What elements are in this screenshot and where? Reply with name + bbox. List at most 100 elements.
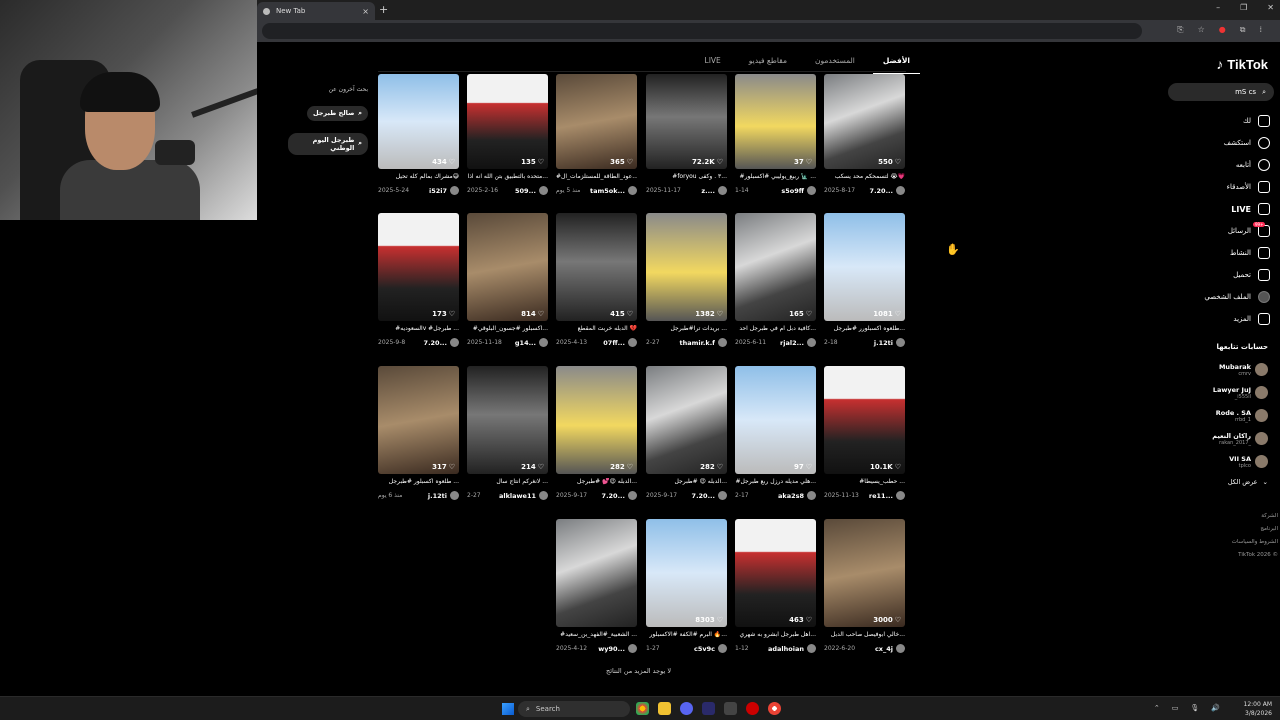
tab-close-icon[interactable]: ×: [362, 7, 369, 16]
video-author[interactable]: i52i7: [429, 186, 459, 195]
video-caption[interactable]: طلعوه اكسبلور #طبرجل ...: [378, 478, 459, 487]
taskbar-search[interactable]: ⌕ Search: [518, 701, 630, 717]
video-author[interactable]: j.12ti: [428, 491, 459, 500]
tab-0[interactable]: الأفضل: [872, 56, 921, 74]
video-author[interactable]: z....: [701, 186, 727, 195]
sidebar-item[interactable]: الملف الشخصي: [1180, 286, 1270, 308]
video-card[interactable]: 10.1K ♡ #حطب_يسيطا ... 2025-11-13 re11...: [824, 366, 905, 500]
video-caption[interactable]: اهل طبرجل ابشرو به شهري...: [735, 631, 816, 640]
video-author[interactable]: adalhoian: [768, 644, 816, 653]
chevron-up-icon[interactable]: ⌃: [1154, 704, 1160, 712]
video-card[interactable]: 282 ♡ الدبله 😍💕 #طبرجل... 2025-9-17 7.20...: [556, 366, 637, 500]
video-thumbnail[interactable]: 550 ♡: [824, 74, 905, 169]
video-thumbnail[interactable]: 282 ♡: [646, 366, 727, 474]
video-caption[interactable]: الدبله 😍 #طبرجل...: [646, 478, 728, 487]
video-author[interactable]: 7.20...: [424, 338, 459, 347]
tab-1[interactable]: المستخدمون: [815, 56, 855, 70]
video-card[interactable]: #الشعبية_#الفهد_بن_سعيد ... 2025-4-12 wy90…: [556, 519, 637, 653]
video-card[interactable]: 463 ♡ اهل طبرجل ابشرو به شهري... 1-12 adalho…: [735, 519, 816, 653]
maximize-button[interactable]: ❐: [1240, 3, 1247, 12]
video-caption[interactable]: كافية دبل ام في طبرجل احد...: [735, 325, 816, 334]
mic-icon[interactable]: 🎙: [1190, 704, 1199, 712]
sidebar-item[interactable]: تحميل: [1180, 264, 1270, 286]
video-caption[interactable]: #حطب_يسيطا ...: [824, 478, 905, 487]
sidebar-item[interactable]: أتابعه: [1180, 154, 1270, 176]
video-caption[interactable]: #foryou ٣ . وكفى...: [646, 173, 727, 182]
related-search-chip[interactable]: طبرجل اليوم الوطني ⌕: [288, 132, 368, 155]
video-card[interactable]: 814 ♡ #اكسبلور #جسون_البلوقي... 2025-11-18 g…: [467, 213, 548, 347]
footer-link[interactable]: البرنامج: [1232, 523, 1278, 536]
new-tab-button[interactable]: +: [379, 3, 388, 16]
video-thumbnail[interactable]: 10.1K ♡: [824, 366, 905, 474]
network-icon[interactable]: ▭: [1172, 704, 1179, 712]
video-caption[interactable]: البرم #الكفة #الاكسبلور 🔥...: [646, 631, 727, 640]
sidebar-item[interactable]: النشاط: [1180, 242, 1270, 264]
sidebar-item[interactable]: استكشف: [1180, 132, 1270, 154]
video-card[interactable]: 1382 ♡ بريدات ترا#طبرجل ... 2-27 thamir.k.f: [646, 213, 727, 347]
show-all-link[interactable]: عرض الكل ⌄: [1228, 478, 1268, 486]
video-author[interactable]: c5v9c: [694, 644, 727, 653]
video-thumbnail[interactable]: 37 ♡: [735, 74, 816, 169]
sidebar-item[interactable]: الرسائل 99+: [1180, 220, 1270, 242]
sidebar-item[interactable]: الأصدقاء: [1180, 176, 1270, 198]
video-caption[interactable]: بريدات ترا#طبرجل ...: [646, 325, 728, 334]
video-caption[interactable]: مشراك بمالم كله تحيل😅: [378, 173, 459, 182]
video-author[interactable]: 509...: [515, 186, 548, 195]
video-card[interactable]: 72.2K ♡ #foryou ٣ . وكفى... 2025-11-17 z....: [646, 74, 727, 195]
video-author[interactable]: aka2s8: [778, 491, 816, 500]
minimize-button[interactable]: –: [1216, 3, 1220, 12]
video-card[interactable]: 415 ♡ الدبله خربت المقطع 💔 2025-4-13 07ff...: [556, 213, 637, 347]
chrome-profile-icon[interactable]: [768, 702, 781, 715]
video-author[interactable]: 7.20...: [602, 491, 637, 500]
video-thumbnail[interactable]: 1081 ♡: [824, 213, 905, 321]
video-author[interactable]: re11...: [869, 491, 905, 500]
sidebar-item[interactable]: المزيد: [1180, 308, 1270, 330]
video-card[interactable]: 1081 ♡ طلعوه اكسبلورر #طبرجل... 2-18 j.12ti: [824, 213, 905, 347]
video-author[interactable]: thamir.k.f: [680, 338, 727, 347]
video-card[interactable]: 135 ♡ متحده بالتطبيق بتن الله انه اذا... 20…: [467, 74, 548, 195]
video-author[interactable]: wy90...: [598, 644, 637, 653]
video-card[interactable]: 434 ♡ مشراك بمالم كله تحيل😅 2025-5-24 i52i7: [378, 74, 459, 195]
browser-tab[interactable]: New Tab ×: [257, 2, 375, 20]
video-thumbnail[interactable]: 434 ♡: [378, 74, 459, 169]
volume-icon[interactable]: 🔊: [1211, 704, 1220, 712]
video-author[interactable]: rjal2...: [780, 338, 816, 347]
video-card[interactable]: 97 ♡ #هلي مديله درزل ربع طبرجل... 2-17 aka2s…: [735, 366, 816, 500]
following-item[interactable]: VII SA tplco: [1158, 450, 1268, 473]
video-card[interactable]: 214 ♡ لانغركم انتاج سال ... 2-27 alklawe11: [467, 366, 548, 500]
menu-icon[interactable]: ⁞: [1259, 25, 1262, 35]
video-card[interactable]: 282 ♡ الدبله 😍 #طبرجل... 2025-9-17 7.20...: [646, 366, 727, 500]
video-thumbnail[interactable]: 463 ♡: [735, 519, 816, 627]
video-author[interactable]: 7.20...: [870, 186, 905, 195]
discord-icon[interactable]: [680, 702, 693, 715]
footer-link[interactable]: الشركة: [1232, 510, 1278, 523]
video-thumbnail[interactable]: 365 ♡: [556, 74, 637, 169]
video-thumbnail[interactable]: 814 ♡: [467, 213, 548, 321]
following-item[interactable]: Rode . SA rrbd_1: [1158, 404, 1268, 427]
video-thumbnail[interactable]: 97 ♡: [735, 366, 816, 474]
address-bar[interactable]: [262, 23, 1142, 39]
file-explorer-icon[interactable]: [658, 702, 671, 715]
video-author[interactable]: alklawe11: [499, 491, 548, 500]
video-author[interactable]: tam5ok...: [590, 186, 637, 195]
footer-link[interactable]: الشروط والسياسات: [1232, 536, 1278, 549]
sidebar-item[interactable]: لك: [1180, 110, 1270, 132]
video-caption[interactable]: #الشعبية_#الفهد_بن_سعيد ...: [556, 631, 637, 640]
video-card[interactable]: 550 ♡ لتسمحكم محد يسكب 😭💗 2025-8-17 7.20...: [824, 74, 905, 195]
footer-link[interactable]: TikTok 2026 ©: [1232, 549, 1278, 562]
related-search-chip[interactable]: صالح طبرجل ⌕: [306, 105, 368, 121]
video-card[interactable]: 37 ♡ #ربيع_يوليبي #اكسبلور 🗽 ... 1-14 s5o9ff: [735, 74, 816, 195]
search-icon[interactable]: ⌕: [1262, 88, 1266, 97]
video-caption[interactable]: لانغركم انتاج سال ...: [467, 478, 548, 487]
video-card[interactable]: 173 ♡ #السعوديهv #طبرجل ... 2025-9-8 7.20...: [378, 213, 459, 347]
video-card[interactable]: 8303 ♡ البرم #الكفة #الاكسبلور 🔥... 1-27 c5v…: [646, 519, 727, 653]
following-item[interactable]: Lawyer JuJ _i555il: [1158, 381, 1268, 404]
bookmark-star-icon[interactable]: ☆: [1198, 25, 1205, 35]
video-thumbnail[interactable]: 72.2K ♡: [646, 74, 727, 169]
video-thumbnail[interactable]: 135 ♡: [467, 74, 548, 169]
following-item[interactable]: راكان النعيم rakan_2017_: [1158, 427, 1268, 450]
start-button[interactable]: [502, 703, 514, 715]
video-card[interactable]: 3000 ♡ خالي ابوفيصل صاحب الدبل... 2022-6-20…: [824, 519, 905, 653]
video-caption[interactable]: الدبله خربت المقطع 💔: [556, 325, 637, 334]
tab-3[interactable]: LIVE: [705, 56, 721, 70]
